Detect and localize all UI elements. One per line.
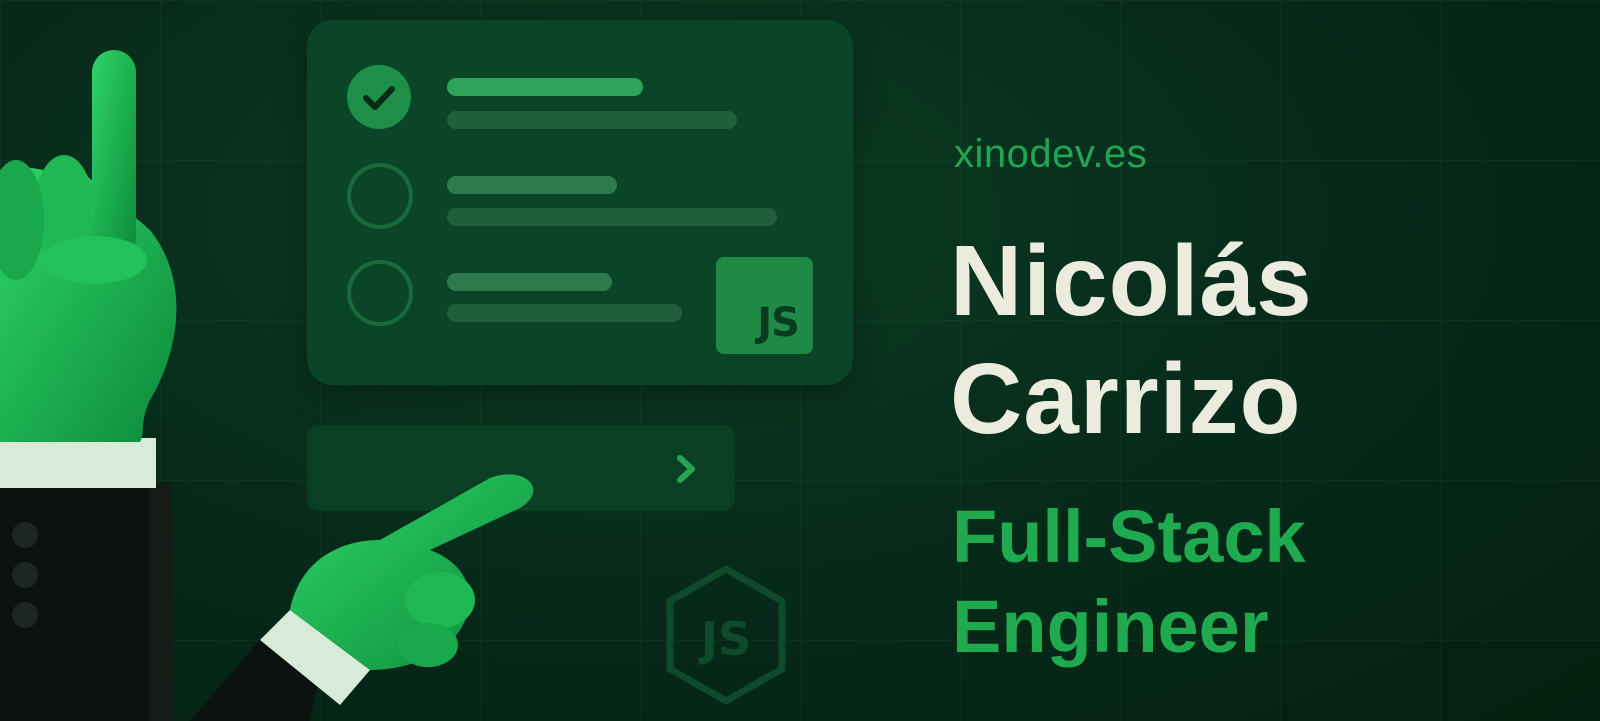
- person-name: Nicolás Carrizo: [950, 222, 1313, 458]
- checkbox-checked[interactable]: [347, 65, 411, 129]
- name-first: Nicolás: [950, 225, 1313, 337]
- task-list-card: JS: [307, 20, 853, 385]
- pointing-hand-illustration: [190, 474, 534, 721]
- task-title-bar: [447, 78, 643, 96]
- task-subtitle-bar: [447, 111, 737, 129]
- task-subtitle-bar: [447, 208, 777, 226]
- nodejs-hex-icon: JS: [666, 565, 786, 705]
- role-line-2: Engineer: [952, 585, 1269, 668]
- watermark-label: JS: [698, 612, 751, 666]
- name-last: Carrizo: [950, 343, 1302, 455]
- checkbox-unchecked[interactable]: [347, 163, 413, 229]
- role-line-1: Full-Stack: [952, 495, 1306, 578]
- checkbox-unchecked[interactable]: [347, 260, 413, 326]
- chevron-right-icon: [677, 455, 695, 483]
- task-title-bar: [447, 273, 612, 291]
- task-subtitle-bar: [447, 304, 682, 322]
- pointing-up-hand-illustration: [0, 50, 177, 721]
- check-icon: [363, 86, 395, 110]
- js-badge: JS: [716, 257, 813, 354]
- job-title: Full-Stack Engineer: [952, 492, 1306, 672]
- task-title-bar: [447, 176, 617, 194]
- site-domain[interactable]: xinodev.es: [954, 132, 1147, 177]
